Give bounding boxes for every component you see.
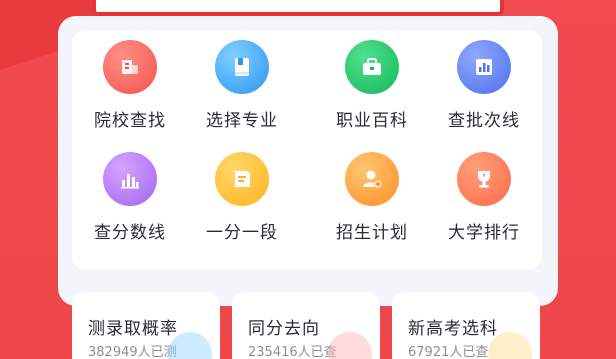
grid-item-choose-major[interactable]: 选择专业	[187, 36, 297, 136]
grid-label: 查批次线	[448, 111, 520, 131]
new-gaokao-subject-card[interactable]: 新高考选科 67921人已查	[392, 292, 540, 359]
toolbox-icon	[345, 40, 399, 94]
grid-label: 选择专业	[206, 111, 278, 131]
book-icon	[215, 40, 269, 94]
grid-item-score-line[interactable]: 查分数线	[75, 148, 185, 248]
building-icon	[103, 40, 157, 94]
same-score-destination-card[interactable]: 同分去向 235416人已查	[232, 292, 380, 359]
card-subtitle: 235416人已查	[248, 345, 337, 359]
card-subtitle: 382949人已测	[88, 345, 177, 359]
grid-item-university-ranking[interactable]: 大学排行	[429, 148, 539, 248]
grid-label: 一分一段	[206, 223, 278, 243]
column-chart-icon	[103, 152, 157, 206]
card-title: 新高考选科	[408, 319, 498, 339]
user-add-icon	[345, 152, 399, 206]
grid-item-career-wiki[interactable]: 职业百科	[317, 36, 427, 136]
card-decoration-icon	[328, 332, 372, 359]
grid-item-school-search[interactable]: 院校查找	[75, 36, 185, 136]
grid-item-enrollment-plan[interactable]: 招生计划	[317, 148, 427, 248]
grid-label: 大学排行	[448, 223, 520, 243]
grid-label: 院校查找	[94, 111, 166, 131]
card-title: 同分去向	[248, 319, 320, 339]
trophy-icon	[457, 152, 511, 206]
card-subtitle: 67921人已查	[408, 345, 489, 359]
grid-label: 职业百科	[336, 111, 408, 131]
grid-item-batch-line[interactable]: 查批次线	[429, 36, 539, 136]
grid-item-score-rank[interactable]: 一分一段	[187, 148, 297, 248]
grid-label: 招生计划	[336, 223, 408, 243]
bar-chart-icon	[457, 40, 511, 94]
document-icon	[215, 152, 269, 206]
grid-label: 查分数线	[94, 223, 166, 243]
top-banner[interactable]	[92, 0, 504, 16]
admission-probability-card[interactable]: 测录取概率 382949人已测	[72, 292, 220, 359]
card-title: 测录取概率	[88, 319, 178, 339]
